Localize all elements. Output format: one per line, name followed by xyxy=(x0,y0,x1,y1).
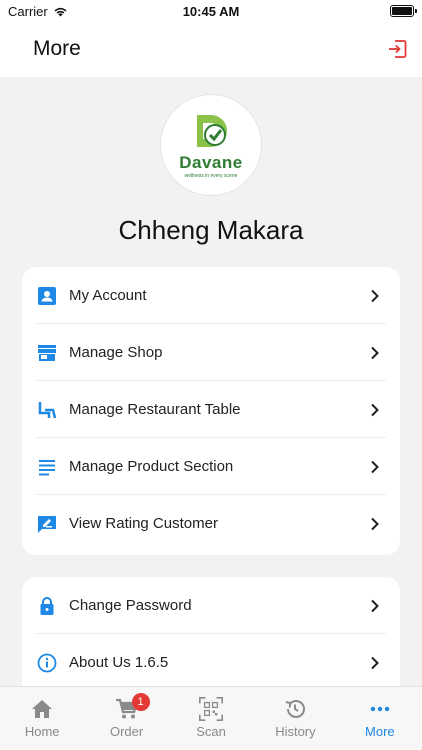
tab-bar: Home 1 Order Scan History More xyxy=(0,686,422,750)
menu-item-label: View Rating Customer xyxy=(69,515,218,532)
menu-item-label: Manage Shop xyxy=(69,344,163,361)
menu-item-change-password[interactable]: Change Password xyxy=(22,577,400,634)
brand-name: Davane xyxy=(179,153,243,172)
menu-card-primary: My Account Manage Shop Manage Restaurant… xyxy=(22,267,400,555)
status-bar: Carrier 10:45 AM xyxy=(0,0,422,24)
tab-label: More xyxy=(365,724,395,739)
tab-label: Home xyxy=(24,724,60,739)
lock-icon xyxy=(36,595,58,617)
more-icon xyxy=(368,697,392,721)
chevron-right-icon xyxy=(371,517,379,530)
tab-order[interactable]: 1 Order xyxy=(84,687,168,750)
menu-card-secondary: Change Password About Us 1.6.5 xyxy=(22,577,400,686)
chevron-right-icon xyxy=(371,656,379,669)
menu-item-label: Change Password xyxy=(69,597,192,614)
menu-item-view-rating-customer[interactable]: View Rating Customer xyxy=(22,495,400,552)
chevron-right-icon xyxy=(371,403,379,416)
menu-item-label: Manage Product Section xyxy=(69,458,234,475)
chevron-right-icon xyxy=(371,599,379,612)
menu-item-about-us[interactable]: About Us 1.6.5 xyxy=(22,634,400,686)
menu-item-my-account[interactable]: My Account xyxy=(22,267,400,324)
list-icon xyxy=(36,456,58,478)
header: More xyxy=(0,24,422,77)
logout-icon[interactable] xyxy=(386,38,408,60)
tab-label: Order xyxy=(109,724,144,739)
battery-icon xyxy=(390,5,417,17)
avatar: Davane wellness in every scene xyxy=(160,94,262,196)
home-icon xyxy=(30,697,54,721)
chevron-right-icon xyxy=(371,346,379,359)
chevron-right-icon xyxy=(371,460,379,473)
tab-label: Scan xyxy=(196,724,226,739)
shop-icon xyxy=(36,342,58,364)
tab-history[interactable]: History xyxy=(253,687,337,750)
info-icon xyxy=(36,652,58,674)
history-icon xyxy=(283,697,307,721)
menu-item-label: About Us 1.6.5 xyxy=(69,654,169,671)
rating-icon xyxy=(36,513,58,535)
menu-item-label: Manage Restaurant Table xyxy=(69,401,241,418)
tab-label: History xyxy=(275,724,316,739)
chevron-right-icon xyxy=(371,289,379,302)
menu-item-label: My Account xyxy=(69,287,147,304)
table-chair-icon xyxy=(36,399,58,421)
menu-item-manage-restaurant-table[interactable]: Manage Restaurant Table xyxy=(22,381,400,438)
page-title: More xyxy=(33,37,81,60)
order-count-badge: 1 xyxy=(131,693,150,711)
tab-home[interactable]: Home xyxy=(0,687,84,750)
brand-tagline: wellness in every scene xyxy=(184,173,238,179)
qr-scan-icon xyxy=(199,697,224,721)
user-name: Chheng Makara xyxy=(118,215,304,245)
menu-item-manage-product-section[interactable]: Manage Product Section xyxy=(22,438,400,495)
tab-scan[interactable]: Scan xyxy=(169,687,253,750)
menu-item-manage-shop[interactable]: Manage Shop xyxy=(22,324,400,381)
tab-more[interactable]: More xyxy=(338,687,422,750)
content-area[interactable]: Davane wellness in every scene Chheng Ma… xyxy=(0,77,422,686)
account-icon xyxy=(36,285,58,307)
status-time: 10:45 AM xyxy=(182,4,240,19)
brand-logo-icon xyxy=(197,115,227,147)
